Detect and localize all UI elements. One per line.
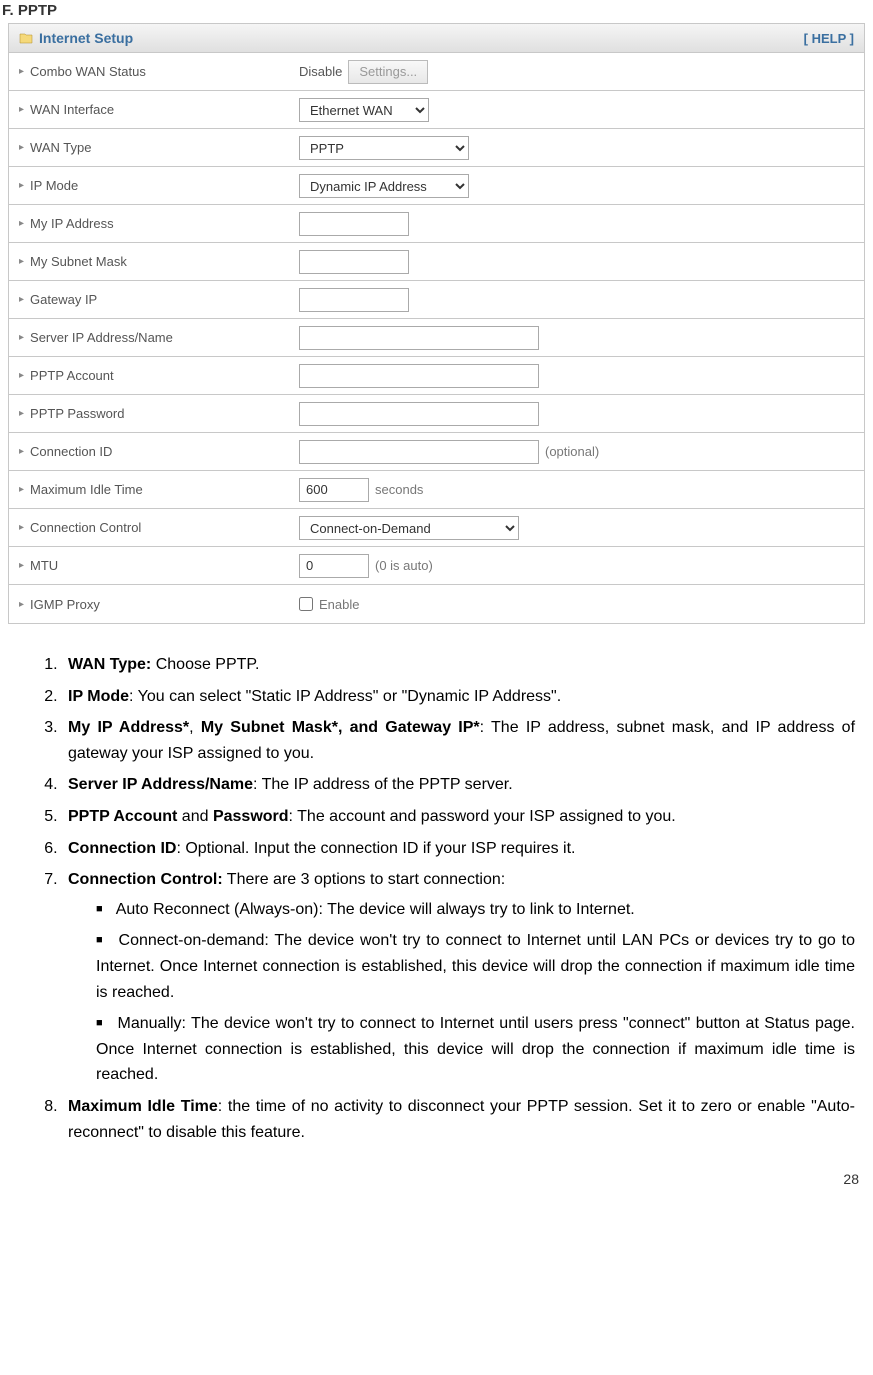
my-ip-input[interactable] [299,212,409,236]
row-gateway-ip: ▸ Gateway IP [9,281,864,319]
label: WAN Interface [30,102,114,117]
label: Connection ID [30,444,112,459]
chevron-right-icon: ▸ [19,180,24,191]
row-pptp-account: ▸ PPTP Account [9,357,864,395]
label: PPTP Account [30,368,114,383]
label: MTU [30,558,58,573]
row-my-ip: ▸ My IP Address [9,205,864,243]
igmp-checkbox-label: Enable [319,597,359,612]
mtu-input[interactable] [299,554,369,578]
connection-id-hint: (optional) [545,444,599,459]
wan-type-select[interactable]: PPTP [299,136,469,160]
pptp-account-input[interactable] [299,364,539,388]
row-pptp-password: ▸ PPTP Password [9,395,864,433]
folder-icon [19,32,33,44]
connection-control-select[interactable]: Connect-on-Demand [299,516,519,540]
label: Combo WAN Status [30,64,146,79]
row-ip-mode: ▸ IP Mode Dynamic IP Address [9,167,864,205]
internet-setup-panel: Internet Setup [ HELP ] ▸ Combo WAN Statu… [8,23,865,624]
settings-button[interactable]: Settings... [348,60,428,84]
chevron-right-icon: ▸ [19,142,24,153]
row-connection-id: ▸ Connection ID (optional) [9,433,864,471]
label: WAN Type [30,140,91,155]
label: Maximum Idle Time [30,482,143,497]
page-number: 28 [0,1151,873,1193]
label: IGMP Proxy [30,597,100,612]
label: My IP Address [30,216,114,231]
igmp-checkbox[interactable] [299,597,313,611]
row-mtu: ▸ MTU (0 is auto) [9,547,864,585]
label: PPTP Password [30,406,124,421]
chevron-right-icon: ▸ [19,370,24,381]
doc-item-7: Connection Control: There are 3 options … [62,867,855,1088]
connection-id-input[interactable] [299,440,539,464]
section-title: F. PPTP [0,0,873,21]
my-subnet-input[interactable] [299,250,409,274]
chevron-right-icon: ▸ [19,484,24,495]
chevron-right-icon: ▸ [19,218,24,229]
doc-item-7-sub3: Manually: The device won't try to connec… [96,1011,855,1088]
label: My Subnet Mask [30,254,127,269]
max-idle-unit: seconds [375,482,423,497]
chevron-right-icon: ▸ [19,522,24,533]
chevron-right-icon: ▸ [19,332,24,343]
doc-item-7-sub1: Auto Reconnect (Always-on): The device w… [96,897,855,923]
label: Server IP Address/Name [30,330,173,345]
chevron-right-icon: ▸ [19,294,24,305]
label: IP Mode [30,178,78,193]
row-my-subnet: ▸ My Subnet Mask [9,243,864,281]
chevron-right-icon: ▸ [19,560,24,571]
server-ip-input[interactable] [299,326,539,350]
doc-item-7-sub2: Connect-on-demand: The device won't try … [96,928,855,1005]
chevron-right-icon: ▸ [19,408,24,419]
row-max-idle: ▸ Maximum Idle Time seconds [9,471,864,509]
chevron-right-icon: ▸ [19,256,24,267]
panel-title: Internet Setup [39,30,133,46]
max-idle-input[interactable] [299,478,369,502]
doc-item-3: My IP Address*, My Subnet Mask*, and Gat… [62,715,855,766]
gateway-ip-input[interactable] [299,288,409,312]
row-wan-interface: ▸ WAN Interface Ethernet WAN [9,91,864,129]
doc-item-4: Server IP Address/Name: The IP address o… [62,772,855,798]
combo-wan-status-value: Disable [299,64,342,79]
label: Connection Control [30,520,141,535]
chevron-right-icon: ▸ [19,104,24,115]
doc-item-1: WAN Type: Choose PPTP. [62,652,855,678]
doc-item-6: Connection ID: Optional. Input the conne… [62,836,855,862]
chevron-right-icon: ▸ [19,66,24,77]
row-wan-type: ▸ WAN Type PPTP [9,129,864,167]
panel-header: Internet Setup [ HELP ] [9,24,864,53]
doc-item-8: Maximum Idle Time: the time of no activi… [62,1094,855,1145]
help-link[interactable]: [ HELP ] [804,31,854,46]
chevron-right-icon: ▸ [19,446,24,457]
chevron-right-icon: ▸ [19,599,24,610]
doc-item-2: IP Mode: You can select "Static IP Addre… [62,684,855,710]
row-igmp: ▸ IGMP Proxy Enable [9,585,864,623]
pptp-password-input[interactable] [299,402,539,426]
documentation-text: WAN Type: Choose PPTP. IP Mode: You can … [18,652,855,1145]
wan-interface-select[interactable]: Ethernet WAN [299,98,429,122]
label: Gateway IP [30,292,97,307]
row-connection-control: ▸ Connection Control Connect-on-Demand [9,509,864,547]
row-server-ip: ▸ Server IP Address/Name [9,319,864,357]
doc-item-5: PPTP Account and Password: The account a… [62,804,855,830]
mtu-hint: (0 is auto) [375,558,433,573]
ip-mode-select[interactable]: Dynamic IP Address [299,174,469,198]
row-combo-wan-status: ▸ Combo WAN Status Disable Settings... [9,53,864,91]
